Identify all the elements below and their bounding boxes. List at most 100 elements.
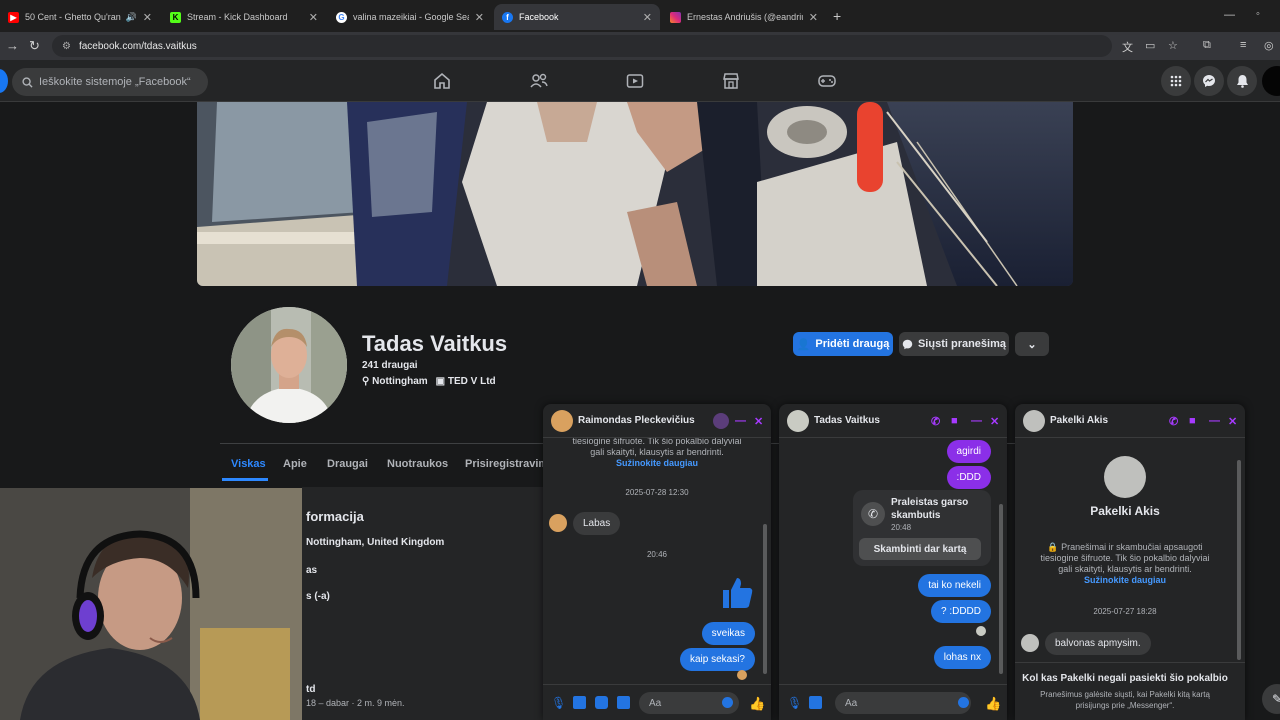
tab-google[interactable]: G valina mazeikiai - Google Searc ✕ <box>328 4 492 30</box>
more-options-button[interactable]: ⌄ <box>1015 332 1049 356</box>
close-icon[interactable]: ✕ <box>754 415 763 428</box>
photo-icon[interactable] <box>573 696 586 709</box>
minimize-icon[interactable]: — <box>1224 9 1235 21</box>
message-outgoing[interactable]: :DDD <box>946 466 991 489</box>
video-icon[interactable] <box>625 71 645 91</box>
profile-icon[interactable]: ◎ <box>1264 39 1274 52</box>
friends-count[interactable]: 241 draugai <box>362 360 418 371</box>
cast-icon[interactable]: ▭ <box>1145 39 1155 52</box>
message-outgoing[interactable]: kaip sekasi? <box>679 648 755 671</box>
new-tab-icon[interactable]: + <box>833 8 841 24</box>
friends-icon[interactable] <box>529 71 549 91</box>
avatar[interactable] <box>1023 409 1045 432</box>
missed-call-icon: ✆ <box>861 502 885 526</box>
learn-more-link[interactable]: Sužinokite daugiau <box>543 458 771 469</box>
home-icon[interactable] <box>432 71 452 91</box>
extensions-icon[interactable]: ⧉ <box>1203 39 1211 52</box>
chat-window-raimondas[interactable]: Raimondas Pleckevičius — ✕ tiesiogine ši… <box>543 404 771 720</box>
contact-avatar[interactable] <box>1104 456 1146 498</box>
status-icon[interactable] <box>713 413 729 429</box>
message-input[interactable]: Aa <box>835 692 971 714</box>
gif-icon[interactable] <box>617 696 630 709</box>
minimize-icon[interactable]: — <box>971 415 982 427</box>
like-icon[interactable]: 👍 <box>985 696 1001 711</box>
chat-window-pakelki[interactable]: Pakelki Akis ✆ ■ — ✕ Pakelki Akis 🔒 Pran… <box>1015 404 1245 720</box>
chat-name[interactable]: Raimondas Pleckevičius <box>578 415 695 426</box>
tab-youtube[interactable]: ▶ 50 Cent - Ghetto Qu'ran (H 🔊 ✕ <box>0 4 160 30</box>
message-incoming[interactable]: Labas <box>573 512 621 535</box>
account-avatar[interactable] <box>1262 66 1280 96</box>
tab-instagram[interactable]: Ernestas Andriušis (@eandriusi ✕ <box>662 4 826 30</box>
like-icon[interactable]: 👍 <box>749 696 765 711</box>
message-outgoing[interactable]: lohas nx <box>933 646 991 669</box>
close-icon[interactable]: ✕ <box>143 11 152 24</box>
chat-name[interactable]: Tadas Vaitkus <box>814 415 880 426</box>
cover-photo[interactable] <box>197 102 1073 286</box>
url-field[interactable]: ⚙ facebook.com/tdas.vaitkus <box>52 35 1112 57</box>
message-outgoing[interactable]: tai ko nekeli <box>918 574 991 597</box>
site-info-icon[interactable]: ⚙ <box>62 41 71 52</box>
thumbs-up-icon[interactable] <box>719 574 755 610</box>
close-icon[interactable]: ✕ <box>475 11 484 24</box>
marketplace-icon[interactable] <box>721 71 741 91</box>
forward-icon[interactable]: → <box>6 38 19 53</box>
speaker-icon[interactable]: 🔊 <box>126 12 137 23</box>
tab-photos[interactable]: Nuotraukos <box>387 458 448 470</box>
phone-icon[interactable]: ✆ <box>931 415 940 428</box>
photo-icon[interactable] <box>809 696 822 709</box>
scrollbar[interactable] <box>999 504 1003 674</box>
message-outgoing[interactable]: agirdi <box>946 440 991 463</box>
emoji-icon[interactable] <box>958 697 969 708</box>
gaming-icon[interactable] <box>817 71 837 91</box>
message-outgoing[interactable]: sveikas <box>701 622 755 645</box>
send-message-button[interactable]: Siųsti pranešimą <box>899 332 1009 356</box>
tab-kick[interactable]: K Stream - Kick Dashboard ✕ <box>162 4 326 30</box>
search-input[interactable]: Ieškokite sistemoje „Facebook“ <box>12 68 208 96</box>
phone-icon[interactable]: ✆ <box>1169 415 1178 428</box>
chat-name[interactable]: Pakelki Akis <box>1050 415 1108 426</box>
microphone-icon[interactable]: 🎙 <box>551 696 566 710</box>
tab-all[interactable]: Viskas <box>231 458 266 470</box>
video-call-icon[interactable]: ■ <box>951 415 958 427</box>
new-message-button[interactable]: ✎ <box>1262 684 1280 714</box>
microphone-icon[interactable]: 🎙 <box>787 696 802 710</box>
profile-avatar[interactable] <box>228 304 350 426</box>
scrollbar[interactable] <box>763 524 767 674</box>
chat-window-tadas[interactable]: Tadas Vaitkus ✆ ■ — ✕ agirdi :DDD ✆ Pral… <box>779 404 1007 720</box>
facebook-logo[interactable] <box>0 69 8 93</box>
messenger-icon[interactable] <box>1194 66 1224 96</box>
video-call-icon[interactable]: ■ <box>1189 415 1196 427</box>
avatar[interactable] <box>551 409 573 432</box>
avatar[interactable] <box>787 409 809 432</box>
close-icon[interactable]: ✕ <box>990 415 999 428</box>
tab-search-icon[interactable]: ≡ <box>1240 39 1246 51</box>
close-icon[interactable]: ✕ <box>309 11 318 24</box>
menu-grid-icon[interactable] <box>1161 66 1191 96</box>
scrollbar[interactable] <box>1237 460 1241 660</box>
translate-icon[interactable]: 文 <box>1122 39 1133 55</box>
add-friend-button[interactable]: 👤 Pridėti draugą <box>793 332 893 356</box>
minimize-icon[interactable]: — <box>735 415 746 427</box>
location-item: ⚲ Nottingham <box>362 376 428 387</box>
tab-checkins[interactable]: Prisiregistravima <box>465 458 554 470</box>
tab-about[interactable]: Apie <box>283 458 307 470</box>
message-outgoing[interactable]: ? :DDDD <box>930 600 991 623</box>
learn-more-link[interactable]: Sužinokite daugiau <box>1015 575 1235 586</box>
notifications-bell-icon[interactable] <box>1227 66 1257 96</box>
minimize-icon[interactable]: — <box>1209 415 1220 427</box>
restore-icon[interactable]: ◦ <box>1256 8 1260 20</box>
call-again-button[interactable]: Skambinti dar kartą <box>859 538 981 560</box>
bookmark-star-icon[interactable]: ☆ <box>1168 39 1178 52</box>
tab-facebook[interactable]: f Facebook ✕ <box>494 4 660 30</box>
avatar[interactable] <box>1021 634 1039 652</box>
reload-icon[interactable]: ↻ <box>29 38 40 54</box>
close-icon[interactable]: ✕ <box>809 11 818 24</box>
sticker-icon[interactable] <box>595 696 608 709</box>
emoji-icon[interactable] <box>722 697 733 708</box>
tab-friends[interactable]: Draugai <box>327 458 368 470</box>
close-icon[interactable]: ✕ <box>1228 415 1237 428</box>
message-incoming[interactable]: balvonas apmysim. <box>1045 632 1151 655</box>
close-icon[interactable]: ✕ <box>643 11 652 24</box>
avatar[interactable] <box>549 514 567 532</box>
compose-icon: ✎ <box>1271 692 1280 706</box>
